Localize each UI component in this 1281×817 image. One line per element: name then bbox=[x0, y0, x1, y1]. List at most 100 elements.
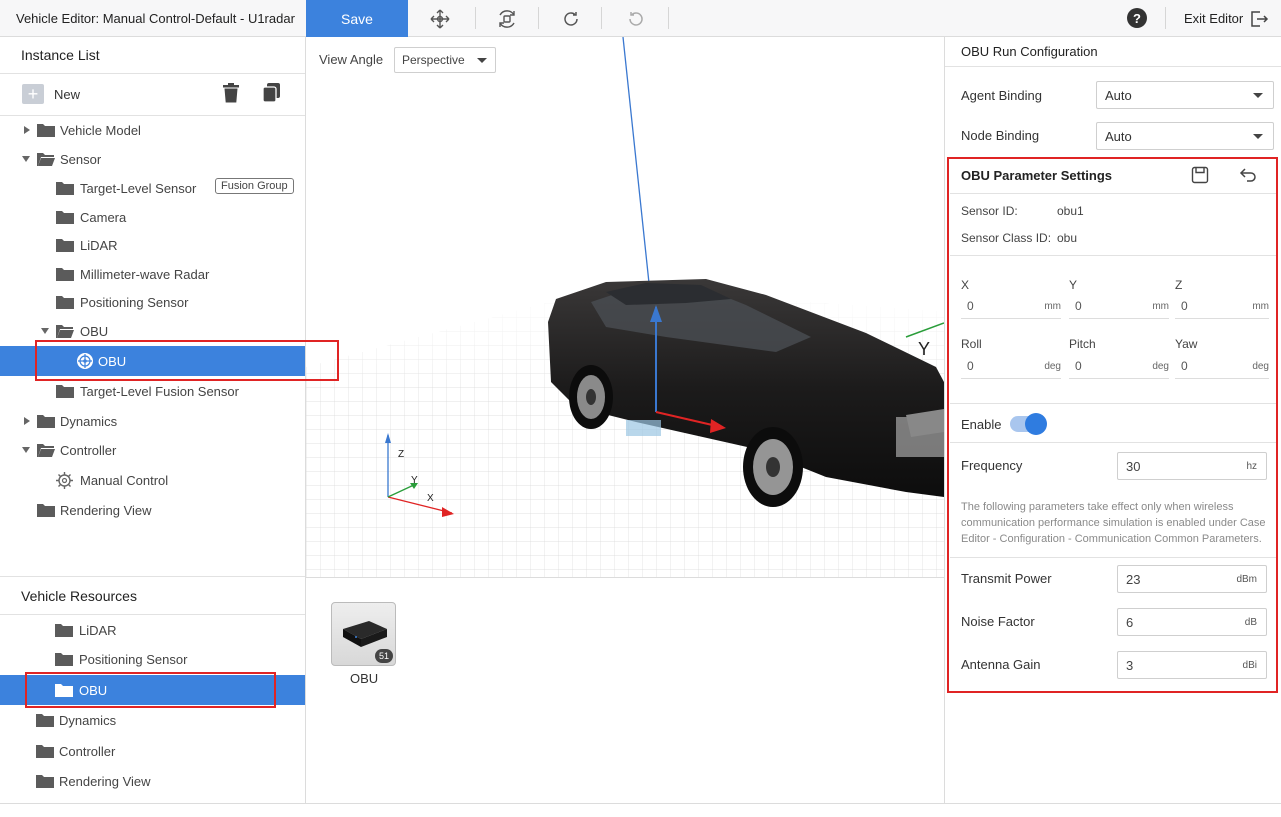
tree-item-controller[interactable]: Controller bbox=[0, 436, 305, 464]
tree-item-label: Sensor bbox=[60, 152, 102, 167]
obu-resource-card[interactable]: 51 bbox=[331, 602, 396, 666]
resource-item-dynamics[interactable]: Dynamics bbox=[0, 706, 305, 734]
obu-sensor-icon bbox=[77, 353, 93, 369]
right-panel: OBU Run Configuration Agent Binding Auto… bbox=[944, 37, 1281, 804]
tree-item-obu-group[interactable]: OBU bbox=[0, 317, 305, 345]
resource-item-lidar[interactable]: LiDAR bbox=[0, 616, 305, 644]
noise-factor-input[interactable]: 6 dB bbox=[1117, 608, 1267, 636]
3d-viewport[interactable]: Y Z Y X View Angle Perspective bbox=[306, 37, 944, 577]
folder-icon bbox=[37, 504, 55, 517]
folder-icon bbox=[36, 714, 54, 727]
tree-item-positioning-sensor[interactable]: Positioning Sensor bbox=[0, 288, 305, 316]
fusion-group-badge[interactable]: Fusion Group bbox=[215, 178, 294, 194]
x-unit: mm bbox=[1044, 301, 1061, 312]
yaw-input[interactable]: 0 deg bbox=[1175, 357, 1269, 379]
bottom-divider bbox=[0, 803, 1281, 804]
new-button[interactable]: + New bbox=[22, 83, 80, 105]
y-unit: mm bbox=[1152, 301, 1169, 312]
revert-icon[interactable] bbox=[1239, 167, 1257, 186]
transmit-power-unit: dBm bbox=[1236, 574, 1257, 585]
tree-item-label: Vehicle Model bbox=[60, 123, 141, 138]
view-angle-select[interactable]: Perspective bbox=[394, 47, 496, 73]
axis-y-big-label: Y bbox=[918, 339, 930, 359]
tree-item-label: OBU bbox=[80, 324, 109, 339]
frequency-input[interactable]: 30 hz bbox=[1117, 452, 1267, 480]
rotate-icon[interactable] bbox=[494, 6, 520, 32]
pitch-input[interactable]: 0 deg bbox=[1069, 357, 1169, 379]
tree-item-millimeter-wave-radar[interactable]: Millimeter-wave Radar bbox=[0, 260, 305, 288]
tree-item-sensor[interactable]: Sensor bbox=[0, 145, 305, 173]
tree-item-label: Positioning Sensor bbox=[80, 295, 189, 310]
resource-label: LiDAR bbox=[79, 623, 117, 638]
chevron-down-icon bbox=[1253, 134, 1263, 139]
y-value: 0 bbox=[1075, 299, 1082, 313]
resource-item-obu[interactable]: OBU bbox=[0, 675, 305, 705]
redo-icon[interactable] bbox=[558, 6, 584, 32]
frequency-value: 30 bbox=[1126, 459, 1141, 474]
agent-binding-label: Agent Binding bbox=[961, 88, 1042, 103]
resource-item-positioning-sensor[interactable]: Positioning Sensor bbox=[0, 645, 305, 673]
resource-item-rendering-view[interactable]: Rendering View bbox=[0, 767, 305, 795]
noise-factor-label: Noise Factor bbox=[961, 614, 1035, 629]
axis-y-label: Y bbox=[411, 475, 418, 486]
tree-item-label: LiDAR bbox=[80, 238, 118, 253]
enable-toggle[interactable] bbox=[1010, 413, 1047, 435]
param-settings-title: OBU Parameter Settings bbox=[961, 168, 1112, 183]
tree-item-camera[interactable]: Camera bbox=[0, 203, 305, 231]
tree-item-manual-control[interactable]: Manual Control bbox=[0, 466, 305, 494]
folder-open-icon bbox=[37, 444, 55, 457]
agent-binding-select[interactable]: Auto bbox=[1096, 81, 1274, 109]
tree-item-obu-selected[interactable]: OBU bbox=[0, 346, 305, 376]
transmit-power-value: 23 bbox=[1126, 572, 1141, 587]
copy-icon[interactable] bbox=[262, 82, 281, 106]
tree-item-target-level-fusion-sensor[interactable]: Target-Level Fusion Sensor bbox=[0, 377, 305, 405]
transmit-power-input[interactable]: 23 dBm bbox=[1117, 565, 1267, 593]
resource-item-controller[interactable]: Controller bbox=[0, 737, 305, 765]
caret-down-icon[interactable] bbox=[22, 447, 30, 453]
tree-item-rendering-view[interactable]: Rendering View bbox=[0, 496, 305, 524]
chevron-down-icon bbox=[477, 58, 487, 63]
scene-canvas[interactable]: Y Z Y X bbox=[306, 37, 944, 577]
run-config-title: OBU Run Configuration bbox=[961, 44, 1098, 59]
node-binding-select[interactable]: Auto bbox=[1096, 122, 1274, 150]
save-icon[interactable] bbox=[1191, 166, 1209, 187]
move-icon[interactable] bbox=[427, 6, 453, 32]
resource-label: Positioning Sensor bbox=[79, 652, 188, 667]
undo-icon[interactable] bbox=[623, 6, 649, 32]
view-angle-label: View Angle bbox=[319, 52, 384, 67]
help-icon[interactable]: ? bbox=[1127, 8, 1147, 28]
antenna-gain-unit: dBi bbox=[1242, 660, 1257, 671]
tree-item-vehicle-model[interactable]: Vehicle Model bbox=[0, 116, 305, 144]
tree-item-label: Target-Level Sensor bbox=[80, 181, 197, 196]
y-input[interactable]: 0 mm bbox=[1069, 297, 1169, 319]
tree-item-lidar[interactable]: LiDAR bbox=[0, 231, 305, 259]
pitch-unit: deg bbox=[1152, 361, 1169, 372]
caret-right-icon[interactable] bbox=[24, 417, 30, 425]
enable-label: Enable bbox=[961, 417, 1002, 432]
folder-icon bbox=[56, 296, 74, 309]
x-input[interactable]: 0 mm bbox=[961, 297, 1061, 319]
z-label: Z bbox=[1175, 278, 1183, 292]
obu-device-icon bbox=[343, 621, 387, 647]
tree-item-label: Camera bbox=[80, 210, 127, 225]
save-button[interactable]: Save bbox=[306, 0, 408, 37]
transmit-power-label: Transmit Power bbox=[961, 571, 1052, 586]
caret-down-icon[interactable] bbox=[41, 328, 49, 334]
tree-item-label: Rendering View bbox=[60, 503, 152, 518]
antenna-gain-input[interactable]: 3 dBi bbox=[1117, 651, 1267, 679]
tree-item-label: Millimeter-wave Radar bbox=[80, 267, 210, 282]
plus-icon: + bbox=[22, 84, 44, 104]
exit-editor-button[interactable]: Exit Editor bbox=[1184, 11, 1243, 26]
folder-icon bbox=[36, 775, 54, 788]
caret-right-icon[interactable] bbox=[24, 126, 30, 134]
tree-item-dynamics[interactable]: Dynamics bbox=[0, 407, 305, 435]
caret-down-icon[interactable] bbox=[22, 156, 30, 162]
z-input[interactable]: 0 mm bbox=[1175, 297, 1269, 319]
tree-item-label: OBU bbox=[98, 354, 127, 369]
delete-icon[interactable] bbox=[222, 83, 240, 106]
exit-icon[interactable] bbox=[1249, 9, 1269, 32]
antenna-gain-label: Antenna Gain bbox=[961, 657, 1041, 672]
folder-icon bbox=[56, 385, 74, 398]
yaw-value: 0 bbox=[1181, 359, 1188, 373]
roll-input[interactable]: 0 deg bbox=[961, 357, 1061, 379]
